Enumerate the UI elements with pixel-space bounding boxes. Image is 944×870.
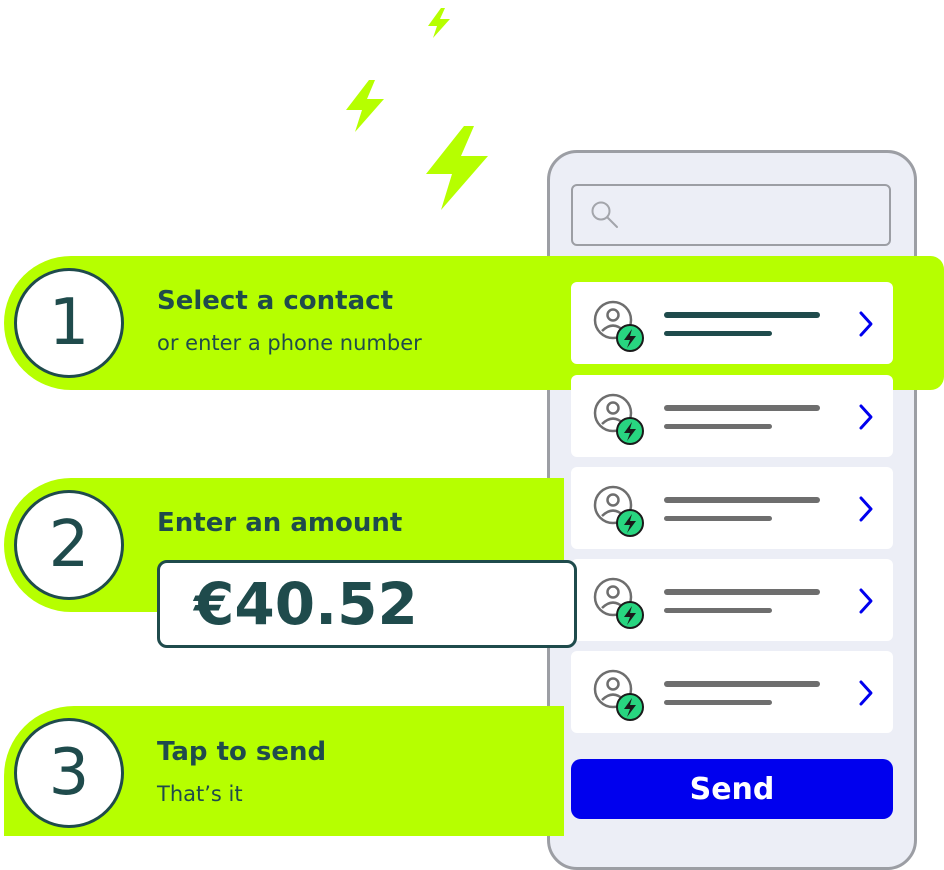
contact-item[interactable] — [571, 467, 893, 549]
contact-detail-placeholder — [664, 516, 772, 521]
contact-item[interactable] — [571, 651, 893, 733]
send-button[interactable]: Send — [571, 759, 893, 819]
contact-name-placeholder — [664, 497, 820, 503]
chevron-right-icon — [859, 588, 873, 614]
step-2-title: Enter an amount — [157, 508, 403, 538]
contact-detail-placeholder — [664, 331, 772, 336]
chevron-right-icon — [859, 496, 873, 522]
chevron-right-icon — [859, 680, 873, 706]
contact-name-placeholder — [664, 589, 820, 595]
contact-detail-placeholder — [664, 608, 772, 613]
step-1-number: 1 — [14, 268, 124, 378]
step-3-subtitle: That’s it — [157, 782, 243, 806]
contact-item[interactable] — [571, 559, 893, 641]
chevron-right-icon — [859, 404, 873, 430]
lightning-bolt-icon — [346, 80, 384, 132]
user-lightning-icon — [593, 669, 644, 721]
search-icon — [591, 201, 618, 228]
user-lightning-icon — [593, 577, 644, 629]
contact-name-placeholder — [664, 312, 820, 318]
user-lightning-icon — [593, 393, 644, 445]
step-1-subtitle: or enter a phone number — [157, 331, 422, 355]
step-3-title: Tap to send — [157, 737, 327, 767]
contact-name-placeholder — [664, 405, 820, 411]
lightning-bolt-icon — [426, 126, 488, 210]
contact-detail-placeholder — [664, 424, 772, 429]
lightning-bolt-icon — [428, 8, 450, 38]
step-2-number: 2 — [14, 490, 124, 600]
search-input[interactable] — [571, 184, 891, 246]
contact-detail-placeholder — [664, 700, 772, 705]
step-3-number: 3 — [14, 718, 124, 828]
step-1-title: Select a contact — [157, 286, 393, 316]
amount-input[interactable]: €40.52 — [157, 560, 577, 648]
user-lightning-icon — [593, 485, 644, 537]
chevron-right-icon — [859, 311, 873, 337]
contact-item[interactable] — [571, 282, 893, 364]
user-lightning-icon — [593, 300, 644, 352]
contact-name-placeholder — [664, 681, 820, 687]
contact-item[interactable] — [571, 375, 893, 457]
